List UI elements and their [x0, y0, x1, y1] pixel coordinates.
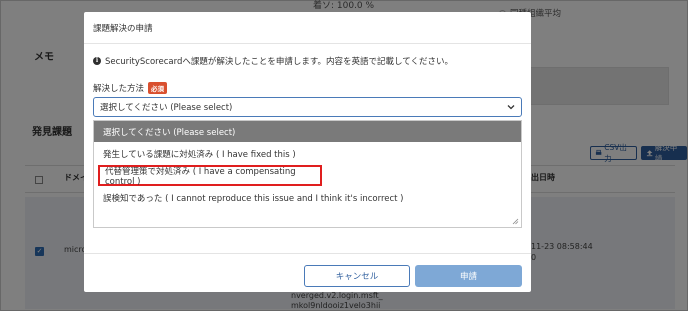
chevron-down-icon — [507, 105, 515, 110]
resolution-method-label: 解決した方法 必須 — [93, 82, 168, 94]
info-text: SecurityScorecardへ課題が解決したことを申請します。内容を英語で… — [105, 57, 453, 67]
dialog-footer: キャンセル 申請 — [84, 253, 531, 292]
option-please-select[interactable]: 選択してください (Please select) — [94, 121, 521, 142]
required-badge: 必須 — [148, 82, 168, 94]
select-value: 選択してください (Please select) — [100, 103, 233, 113]
dialog-title: 課題解決の申請 — [93, 24, 153, 34]
resolution-method-options: 選択してください (Please select) 発生している課題に対処済み (… — [93, 120, 522, 228]
option-fixed[interactable]: 発生している課題に対処済み ( I have fixed this ) — [94, 143, 521, 164]
resolve-issue-dialog: 課題解決の申請 i SecurityScorecardへ課題が解決したことを申請… — [84, 12, 531, 292]
resolution-method-select[interactable]: 選択してください (Please select) — [93, 97, 522, 117]
resize-handle-icon[interactable] — [512, 218, 519, 225]
dialog-header: 課題解決の申請 — [84, 12, 531, 44]
info-message: i SecurityScorecardへ課題が解決したことを申請します。内容を英… — [93, 55, 453, 67]
method-label-text: 解決した方法 — [93, 84, 145, 94]
info-icon: i — [93, 57, 101, 65]
option-compensating-control[interactable]: 代替管理策で対処済み ( I have a compensating contr… — [98, 165, 322, 187]
option-incorrect[interactable]: 誤検知であった ( I cannot reproduce this issue … — [94, 187, 521, 208]
cancel-button[interactable]: キャンセル — [304, 265, 410, 287]
submit-button[interactable]: 申請 — [415, 265, 522, 287]
